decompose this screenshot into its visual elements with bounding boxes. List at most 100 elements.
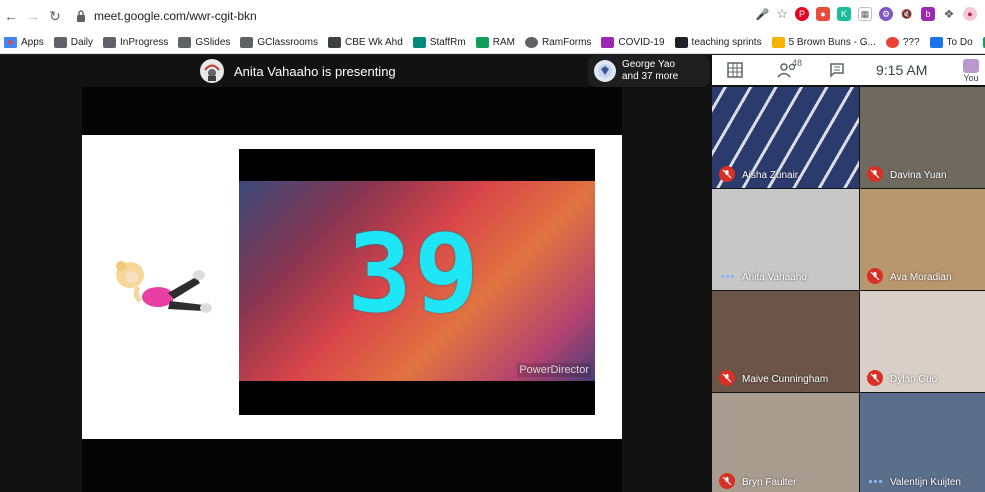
chat-icon[interactable] [828,61,846,79]
participant-name: Anita Vahaaho [742,272,807,283]
participant-grid: Aisha Zunair Davina Yuan Anita Vahaaho Ava … [712,87,985,492]
bookmarks-bar: Apps Daily InProgress GSlides GClassrooms CBE… [0,32,985,54]
back-icon[interactable]: ← [0,5,22,27]
screen: { "browser": { "url": "meet.google.com/w… [0,0,985,492]
participant-tile[interactable]: Ava Moradian [860,189,985,290]
bookmark-doc[interactable]: To Do [929,37,973,48]
participant-tile[interactable]: Aisha Zunair [712,87,859,188]
pinterest-extension-icon[interactable]: P [795,7,809,21]
doc-icon [929,37,943,48]
bookmark-label: Daily [70,37,94,48]
participant-tile[interactable]: Dylan Guo [860,291,985,392]
folder-icon [178,37,192,48]
lock-icon [77,10,85,22]
participant-tile[interactable]: Anita Vahaaho [712,189,859,290]
participant-name: Dylan Guo [890,374,938,385]
bookmark-label: Apps [21,37,44,48]
bookmark-label: GClassrooms [257,37,318,48]
grid-extension-icon[interactable]: ▦ [858,7,872,21]
address-bar[interactable]: meet.google.com/wwr-cgit-bkn [66,4,721,28]
presented-slide: 39 PowerDirector [82,135,622,439]
meet-icon [412,37,426,48]
gear-extension-icon[interactable]: ⚙ [879,7,893,21]
doc-icon [674,37,688,48]
bookmark-folder[interactable]: Daily [53,37,94,48]
video-watermark: PowerDirector [517,363,591,377]
folder-icon [103,37,117,48]
presentation-stage[interactable]: 39 PowerDirector [82,87,622,492]
participant-name: Maive Cunningham [742,374,829,385]
pinned-participants-chip[interactable]: George Yao and 37 more [588,55,710,87]
countdown-video[interactable]: 39 PowerDirector [239,149,595,415]
bookmark-label: teaching sprints [691,37,762,48]
pinned-chip-text: George Yao and 37 more [622,59,678,83]
bookmark-label: 5 Brown Buns - G... [788,37,876,48]
presenting-label: Anita Vahaaho is presenting [234,63,396,79]
bookmark-label: To Do [946,37,973,48]
apps-icon [4,37,17,48]
muted-mic-icon [719,370,735,386]
bookmark-folder[interactable]: GSlides [178,37,230,48]
countdown-number: 39 [347,212,482,337]
layout-icon[interactable] [726,61,744,79]
bitmoji-extension-icon[interactable]: b [921,7,935,21]
speaking-indicator-icon [721,275,734,278]
participant-name: Bryn Faulter [742,477,797,488]
bookmark-label: InProgress [120,37,169,48]
bookmark-apps[interactable]: Apps [4,37,44,48]
muted-mic-icon [867,268,883,284]
participant-tile[interactable]: Valentijn Kuijten [860,393,985,492]
pinned-chip-line2: and 37 more [622,71,679,82]
bookmark-slides[interactable]: 5 Brown Buns - G... [771,37,876,48]
url-text: meet.google.com/wwr-cgit-bkn [94,9,257,23]
meet-window: Anita Vahaaho is presenting George Yao a… [0,55,985,492]
doc-icon [327,37,341,48]
participant-tile[interactable]: Bryn Faulter [712,393,859,492]
meet-top-controls: 48 9:15 AM You [712,55,985,85]
participant-name: Davina Yuan [890,170,947,181]
self-label: You [963,73,979,83]
participant-tile[interactable]: Davina Yuan [860,87,985,188]
screencastify-extension-icon[interactable]: ● [816,7,830,21]
forward-icon[interactable]: → [22,5,44,27]
google-icon [885,37,899,48]
muted-mic-icon [867,370,883,386]
mute-tab-icon[interactable]: 🔇 [900,7,914,21]
browser-toolbar: ← → ↻ meet.google.com/wwr-cgit-bkn 🎤 ☆ P… [0,0,985,32]
folder-icon [53,37,67,48]
bookmark-label: StaffRm [429,37,466,48]
bookmark-meet[interactable]: StaffRm [412,37,466,48]
bookmark-globe[interactable]: RamForms [524,37,592,48]
video-frame: 39 PowerDirector [239,181,595,381]
self-view[interactable]: You [963,59,979,83]
bookmark-folder[interactable]: GClassrooms [240,37,318,48]
participant-avatar [594,60,616,82]
globe-icon [524,37,538,48]
bookmark-label: COVID-19 [618,37,665,48]
bookmark-label: RAM [492,37,515,48]
bookmark-label: ??? [902,37,920,48]
profile-avatar[interactable]: ● [963,7,977,21]
kami-extension-icon[interactable]: K [837,7,851,21]
folder-icon [240,37,254,48]
participant-name: Aisha Zunair [742,170,799,181]
puzzle-icon[interactable]: ❖ [942,7,956,21]
bookmark-sheet[interactable]: RAM [475,37,515,48]
reload-icon[interactable]: ↻ [44,5,66,27]
bookmark-doc[interactable]: CBE Wk Ahd [327,37,403,48]
bookmark-google[interactable]: ??? [885,37,920,48]
sheet-icon [475,37,489,48]
star-icon[interactable]: ☆ [776,6,788,22]
bookmark-doc[interactable]: teaching sprints [674,37,762,48]
microphone-icon[interactable]: 🎤 [756,8,770,21]
participant-tile[interactable]: Maive Cunningham [712,291,859,392]
participant-name: Ava Moradian [890,272,952,283]
extensions-row: 🎤 ☆ P ● K ▦ ⚙ 🔇 b ❖ ● [756,6,977,22]
onenote-icon [601,37,615,48]
presenter-avatar [200,59,224,83]
bookmark-folder[interactable]: InProgress [103,37,168,48]
participant-name: Valentijn Kuijten [890,477,961,488]
bookmark-onenote[interactable]: COVID-19 [601,37,665,48]
self-avatar [963,59,979,73]
bookmark-label: RamForms [541,37,592,48]
